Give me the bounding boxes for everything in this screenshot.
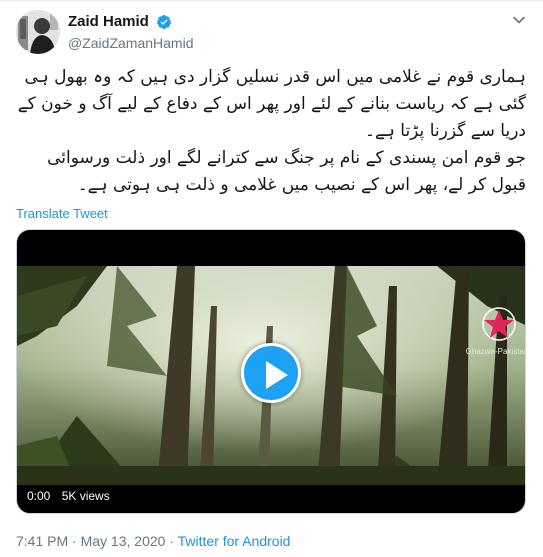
verified-badge-icon	[157, 14, 172, 29]
author-names: Zaid Hamid @ZaidZamanHamid	[68, 13, 193, 51]
author-display-name[interactable]: Zaid Hamid	[68, 13, 149, 30]
video-time: 0:00	[27, 489, 51, 503]
tweet-footer: 7:41 PM · May 13, 2020 · Twitter for And…	[16, 533, 290, 549]
author-handle[interactable]: @ZaidZamanHamid	[68, 35, 193, 51]
tweet-source-link[interactable]: Twitter for Android	[178, 533, 291, 549]
tweet-date[interactable]: May 13, 2020	[81, 533, 166, 549]
play-icon	[266, 361, 288, 389]
tweet-paragraph: ہماری قوم نے غلامی میں اس قدر نسلیں گزار…	[17, 67, 526, 141]
tweet-text: ہماری قوم نے غلامی میں اس قدر نسلیں گزار…	[16, 64, 526, 199]
chevron-down-icon[interactable]	[511, 12, 527, 28]
tweet-card: Zaid Hamid @ZaidZamanHamid ہماری قوم نے …	[0, 0, 543, 557]
video-player[interactable]: Ghazwa-Pakistan 0:00 5K views	[16, 229, 526, 514]
footer-separator: ·	[169, 533, 174, 549]
footer-separator: ·	[72, 533, 77, 549]
video-meta: 0:00 5K views	[27, 489, 118, 503]
tweet-header: Zaid Hamid @ZaidZamanHamid	[16, 10, 527, 54]
star-logo-icon	[482, 307, 516, 341]
play-button[interactable]	[241, 343, 301, 403]
avatar-image	[16, 10, 60, 54]
watermark-text: Ghazwa-Pakistan	[465, 347, 525, 356]
avatar[interactable]	[16, 10, 60, 54]
video-views: 5K views	[61, 489, 110, 503]
tweet-time[interactable]: 7:41 PM	[16, 533, 68, 549]
tweet-paragraph: جو قوم امن پسندی کے نام پر جنگ سے کترانے…	[47, 148, 526, 195]
translate-tweet-link[interactable]: Translate Tweet	[16, 206, 108, 221]
top-divider	[0, 0, 543, 1]
channel-watermark: Ghazwa-Pakistan	[466, 306, 525, 356]
